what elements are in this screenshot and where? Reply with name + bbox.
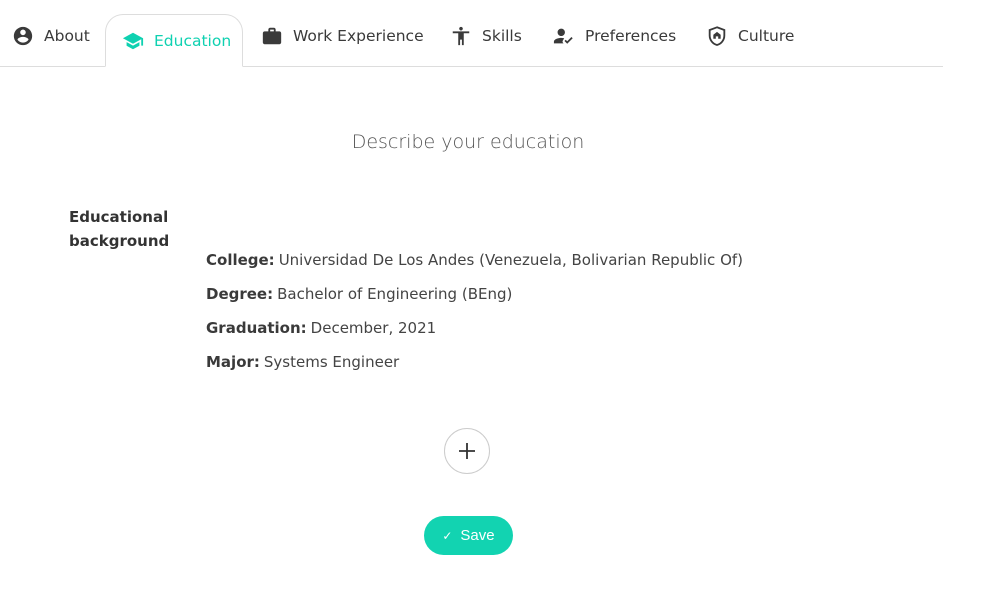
college-key: College: bbox=[206, 251, 275, 269]
plus-icon bbox=[459, 443, 475, 459]
major-row: Major: Systems Engineer bbox=[206, 350, 743, 384]
check-icon: ✓ bbox=[442, 528, 453, 543]
graduation-value: December, 2021 bbox=[310, 319, 437, 337]
accessibility-icon bbox=[450, 25, 472, 47]
tab-bar: About Education Work Experience Skills P… bbox=[0, 0, 943, 67]
major-value: Systems Engineer bbox=[263, 353, 400, 371]
briefcase-icon bbox=[261, 25, 283, 47]
major-key: Major: bbox=[206, 353, 260, 371]
tab-about[interactable]: About bbox=[12, 14, 90, 58]
add-education-button[interactable] bbox=[444, 428, 490, 474]
save-label: Save bbox=[460, 527, 495, 544]
tab-culture[interactable]: Culture bbox=[706, 14, 794, 58]
education-entry: College: Universidad De Los Andes (Venezu… bbox=[206, 248, 743, 384]
tab-label: Work Experience bbox=[293, 27, 424, 45]
graduation-row: Graduation: December, 2021 bbox=[206, 316, 743, 350]
section-label: Educational background bbox=[69, 208, 170, 250]
person-check-icon bbox=[553, 25, 575, 47]
tab-label: About bbox=[44, 27, 90, 45]
shield-home-icon bbox=[706, 25, 728, 47]
college-value: Universidad De Los Andes (Venezuela, Bol… bbox=[278, 251, 744, 269]
tab-skills[interactable]: Skills bbox=[450, 14, 522, 58]
degree-key: Degree: bbox=[206, 285, 274, 303]
tab-label: Preferences bbox=[585, 27, 677, 45]
tab-label: Skills bbox=[482, 27, 522, 45]
degree-value: Bachelor of Engineering (BEng) bbox=[277, 285, 513, 303]
tab-label: Education bbox=[154, 31, 232, 50]
tab-education[interactable]: Education bbox=[105, 14, 243, 67]
page-heading: Describe your education bbox=[351, 131, 585, 153]
tab-work-experience[interactable]: Work Experience bbox=[261, 14, 424, 58]
degree-row: Degree: Bachelor of Engineering (BEng) bbox=[206, 282, 743, 316]
tab-label: Culture bbox=[738, 27, 795, 45]
college-row: College: Universidad De Los Andes (Venezu… bbox=[206, 248, 743, 282]
graduation-cap-icon bbox=[122, 30, 144, 52]
graduation-key: Graduation: bbox=[206, 319, 307, 337]
save-button[interactable]: ✓ Save bbox=[424, 516, 513, 555]
tab-preferences[interactable]: Preferences bbox=[553, 14, 676, 58]
account-circle-icon bbox=[12, 25, 34, 47]
